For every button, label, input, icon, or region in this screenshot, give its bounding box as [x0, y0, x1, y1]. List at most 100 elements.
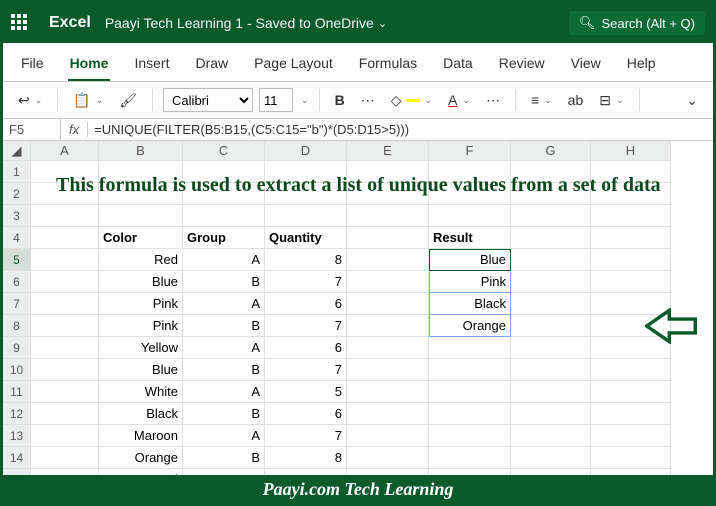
cell-D4[interactable]: Quantity [265, 227, 347, 249]
tab-home[interactable]: Home [68, 51, 111, 81]
col-E[interactable]: E [347, 141, 429, 161]
row-13[interactable]: 13 [3, 425, 31, 447]
font-size-input[interactable] [259, 88, 293, 112]
col-H[interactable]: H [591, 141, 671, 161]
cell-C9[interactable]: A [183, 337, 265, 359]
row-8[interactable]: 8 [3, 315, 31, 337]
cell-B14[interactable]: Orange [99, 447, 183, 469]
col-A[interactable]: A [31, 141, 99, 161]
select-all-corner[interactable]: ◢ [3, 141, 31, 161]
cell-C14[interactable]: B [183, 447, 265, 469]
cell-D14[interactable]: 8 [265, 447, 347, 469]
cell-B12[interactable]: Black [99, 403, 183, 425]
col-D[interactable]: D [265, 141, 347, 161]
cell-D6[interactable]: 7 [265, 271, 347, 293]
cell-C8[interactable]: B [183, 315, 265, 337]
search-box[interactable]: 🔍︎ Search (Alt + Q) [569, 11, 705, 35]
cell-F7[interactable]: Black [429, 293, 511, 315]
cell-D13[interactable]: 7 [265, 425, 347, 447]
col-G[interactable]: G [511, 141, 591, 161]
tab-insert[interactable]: Insert [132, 51, 171, 81]
cell-F8[interactable]: Orange [429, 315, 511, 337]
wrap-icon: ab [568, 92, 584, 108]
row-12[interactable]: 12 [3, 403, 31, 425]
fx-button[interactable]: fx [61, 122, 88, 137]
cell-C5[interactable]: A [183, 249, 265, 271]
cell-D9[interactable]: 6 [265, 337, 347, 359]
font-color-button[interactable]: A⌄ [443, 89, 475, 111]
cell-F6[interactable]: Pink [429, 271, 511, 293]
undo-button[interactable]: ↩⌄ [13, 89, 47, 112]
cell-C11[interactable]: A [183, 381, 265, 403]
col-F[interactable]: F [429, 141, 511, 161]
cell-B13[interactable]: Maroon [99, 425, 183, 447]
more-font2-button[interactable]: ⋯ [481, 89, 505, 112]
tab-help[interactable]: Help [625, 51, 658, 81]
cell-D12[interactable]: 6 [265, 403, 347, 425]
cell-B5[interactable]: Red [99, 249, 183, 271]
row-1[interactable]: 1 [3, 161, 31, 183]
document-title[interactable]: Paayi Tech Learning 1 - Saved to OneDriv… [105, 15, 387, 31]
row-14[interactable]: 14 [3, 447, 31, 469]
col-C[interactable]: C [183, 141, 265, 161]
tab-view[interactable]: View [569, 51, 603, 81]
tab-draw[interactable]: Draw [193, 51, 230, 81]
cell-D11[interactable]: 5 [265, 381, 347, 403]
cell-D8[interactable]: 7 [265, 315, 347, 337]
wrap-text-button[interactable]: ab [563, 89, 589, 111]
cell-F5[interactable]: Blue [429, 249, 511, 271]
bold-button[interactable]: B [330, 89, 350, 111]
tab-page-layout[interactable]: Page Layout [252, 51, 335, 81]
merge-icon: ⊟ [599, 92, 611, 109]
cell-C6[interactable]: B [183, 271, 265, 293]
paste-button[interactable]: 📋⌄ [68, 89, 108, 112]
col-B[interactable]: B [99, 141, 183, 161]
title-bar: Excel Paayi Tech Learning 1 - Saved to O… [3, 3, 713, 43]
doc-name-text: Paayi Tech Learning 1 - Saved to OneDriv… [105, 15, 374, 31]
font-family-select[interactable]: Calibri [163, 88, 253, 112]
cell-B11[interactable]: White [99, 381, 183, 403]
row-9[interactable]: 9 [3, 337, 31, 359]
cell-B6[interactable]: Blue [99, 271, 183, 293]
row-2[interactable]: 2 [3, 183, 31, 205]
cell-D5[interactable]: 8 [265, 249, 347, 271]
row-4[interactable]: 4 [3, 227, 31, 249]
name-box[interactable]: F5 [3, 119, 61, 140]
ribbon-collapse-button[interactable]: ⌄ [681, 89, 703, 112]
row-10[interactable]: 10 [3, 359, 31, 381]
brush-icon: 🖌 [119, 92, 137, 109]
ribbon-toolbar: ↩⌄ 📋⌄ 🖌 Calibri ⌄ B ⋯ ◇⌄ A⌄ ⋯ ≡⌄ ab ⊟⌄ ⌄ [3, 82, 713, 119]
cell-C7[interactable]: A [183, 293, 265, 315]
cell-F4[interactable]: Result [429, 227, 511, 249]
formula-input[interactable]: =UNIQUE(FILTER(B5:B15,(C5:C15="b")*(D5:D… [88, 119, 713, 140]
row-11[interactable]: 11 [3, 381, 31, 403]
cell-C4[interactable]: Group [183, 227, 265, 249]
cell-B8[interactable]: Pink [99, 315, 183, 337]
tab-formulas[interactable]: Formulas [357, 51, 419, 81]
cell-B10[interactable]: Blue [99, 359, 183, 381]
chevron-down-icon: ⌄ [686, 92, 698, 109]
font-size-dropdown[interactable]: ⌄ [301, 95, 309, 106]
cell-B4[interactable]: Color [99, 227, 183, 249]
fill-color-button[interactable]: ◇⌄ [386, 89, 437, 112]
cell-C12[interactable]: B [183, 403, 265, 425]
cell-B9[interactable]: Yellow [99, 337, 183, 359]
app-launcher-icon[interactable] [11, 14, 29, 32]
merge-button[interactable]: ⊟⌄ [594, 89, 628, 112]
cell-D7[interactable]: 6 [265, 293, 347, 315]
format-painter-button[interactable]: 🖌 [114, 89, 142, 112]
row-7[interactable]: 7 [3, 293, 31, 315]
cell-C13[interactable]: A [183, 425, 265, 447]
row-5[interactable]: 5 [3, 249, 31, 271]
tab-data[interactable]: Data [441, 51, 475, 81]
tab-review[interactable]: Review [497, 51, 547, 81]
align-middle-button[interactable]: ≡⌄ [526, 89, 557, 111]
row-6[interactable]: 6 [3, 271, 31, 293]
cell-D10[interactable]: 7 [265, 359, 347, 381]
row-3[interactable]: 3 [3, 205, 31, 227]
cell-B7[interactable]: Pink [99, 293, 183, 315]
cell-C10[interactable]: B [183, 359, 265, 381]
more-font-button[interactable]: ⋯ [356, 89, 380, 112]
app-name: Excel [49, 14, 91, 32]
tab-file[interactable]: File [19, 51, 46, 81]
